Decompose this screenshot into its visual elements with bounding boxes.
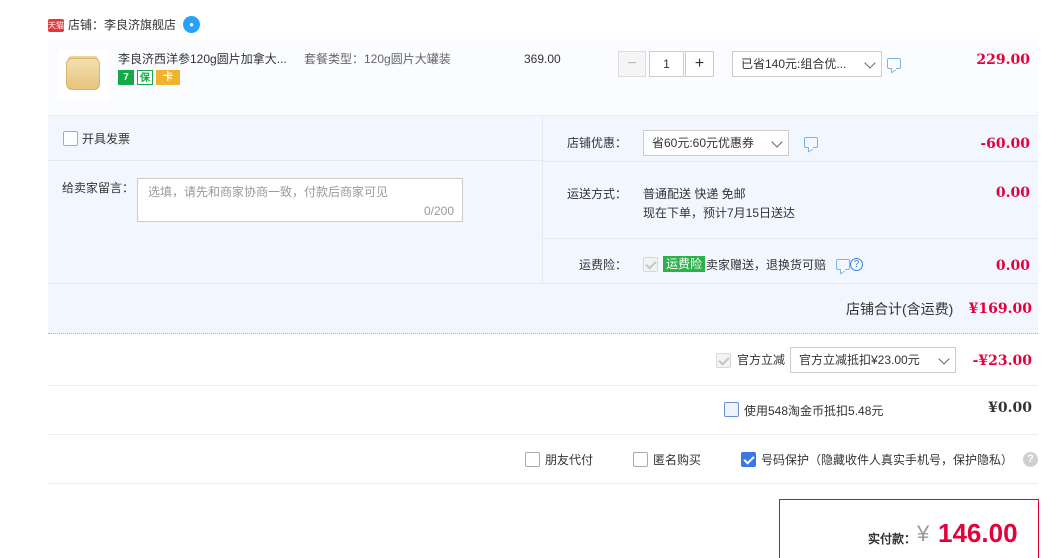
official-discount-value: 官方立减抵扣¥23.00元: [799, 353, 920, 367]
currency-symbol: ¥: [917, 521, 930, 546]
store-total-label: 店铺合计(含运费): [846, 301, 954, 317]
tmall-logo-icon: 天猫: [48, 19, 64, 32]
payment-amount: 146.00: [938, 518, 1018, 548]
help-icon[interactable]: ?: [850, 258, 863, 271]
store-coupon-value: 省60元:60元优惠券: [652, 136, 755, 150]
freight-insurance-label: 运费险：: [579, 258, 628, 272]
store-name-link[interactable]: 店铺：李良济旗舰店: [68, 17, 176, 33]
store-discount-amount: -60.00: [980, 136, 1030, 152]
service-icons: 7 保 卡: [118, 70, 180, 86]
shipping-label: 运送方式：: [567, 187, 628, 201]
invoice-checkbox[interactable]: [63, 131, 78, 146]
seven-day-return-icon[interactable]: 7: [118, 70, 134, 85]
divider: [48, 434, 1038, 435]
anonymous-label[interactable]: 匿名购买: [653, 452, 701, 468]
product-image-jar: [66, 58, 100, 90]
freight-insurance-tag: 运费险: [663, 256, 706, 272]
sku-info: 套餐类型：120g圆片大罐装: [304, 52, 451, 66]
chevron-down-icon: [864, 57, 876, 69]
privacy-checkbox[interactable]: [741, 452, 756, 467]
freight-insurance-checkbox[interactable]: [643, 257, 658, 272]
item-discount-value: 已省140元:组合优...: [741, 57, 847, 71]
taojinbi-label[interactable]: 使用548淘金币抵扣5.48元: [744, 403, 883, 419]
item-subtotal: 229.00: [976, 52, 1030, 68]
wangwang-chat-icon[interactable]: ●: [183, 16, 200, 33]
payment-label: 实付款：: [868, 532, 917, 546]
freight-insurance-desc: 卖家赠送，退换货可赔: [706, 258, 827, 272]
help-icon[interactable]: ?: [1023, 452, 1038, 467]
message-char-count: 0/200: [423, 204, 454, 218]
store-coupon-select[interactable]: 省60元:60元优惠券: [643, 130, 789, 156]
divider: [543, 161, 1038, 162]
anonymous-checkbox[interactable]: [633, 452, 648, 467]
quantity-input[interactable]: 1: [649, 51, 684, 77]
divider: [48, 483, 1038, 484]
taojinbi-checkbox[interactable]: [724, 402, 739, 417]
chevron-down-icon: [771, 136, 783, 148]
credit-card-icon[interactable]: 卡: [156, 70, 180, 85]
official-discount-select[interactable]: 官方立减抵扣¥23.00元: [790, 347, 956, 373]
divider: [542, 116, 543, 284]
invoice-label[interactable]: 开具发票: [82, 131, 130, 147]
comment-icon[interactable]: [804, 137, 818, 148]
official-discount-checkbox[interactable]: [716, 353, 731, 368]
divider: [48, 385, 1038, 386]
shipping-method: 普通配送 快递 免邮: [643, 187, 746, 201]
friend-pay-label[interactable]: 朋友代付: [545, 452, 593, 468]
divider: [48, 283, 1038, 284]
unit-price: 369.00: [524, 52, 561, 66]
taojinbi-amount: ¥0.00: [988, 400, 1032, 416]
privacy-label[interactable]: 号码保护（隐藏收件人真实手机号，保护隐私）: [761, 452, 1013, 468]
divider: [48, 160, 542, 161]
shipping-eta: 现在下单，预计7月15日送达: [643, 206, 796, 220]
item-discount-select[interactable]: 已省140元:组合优...: [732, 51, 882, 77]
quantity-decrease-button[interactable]: −: [618, 51, 646, 77]
store-discount-label: 店铺优惠：: [567, 136, 628, 150]
quantity-increase-button[interactable]: +: [685, 51, 714, 77]
message-placeholder: 选填，请先和商家协商一致，付款后商家可见: [148, 185, 389, 199]
shipping-amount: 0.00: [995, 185, 1030, 201]
store-total-amount: ¥169.00: [968, 301, 1032, 317]
freight-insurance-amount: 0.00: [995, 258, 1030, 274]
product-title-link[interactable]: 李良济西洋参120g圆片加拿大...: [118, 51, 296, 67]
official-discount-label: 官方立减: [737, 353, 786, 367]
official-discount-amount: -¥23.00: [972, 353, 1032, 369]
comment-icon[interactable]: [836, 259, 850, 270]
divider: [543, 238, 1038, 239]
friend-pay-checkbox[interactable]: [525, 452, 540, 467]
comment-icon[interactable]: [887, 58, 901, 69]
message-label: 给卖家留言：: [62, 181, 135, 195]
guarantee-icon[interactable]: 保: [137, 70, 153, 85]
